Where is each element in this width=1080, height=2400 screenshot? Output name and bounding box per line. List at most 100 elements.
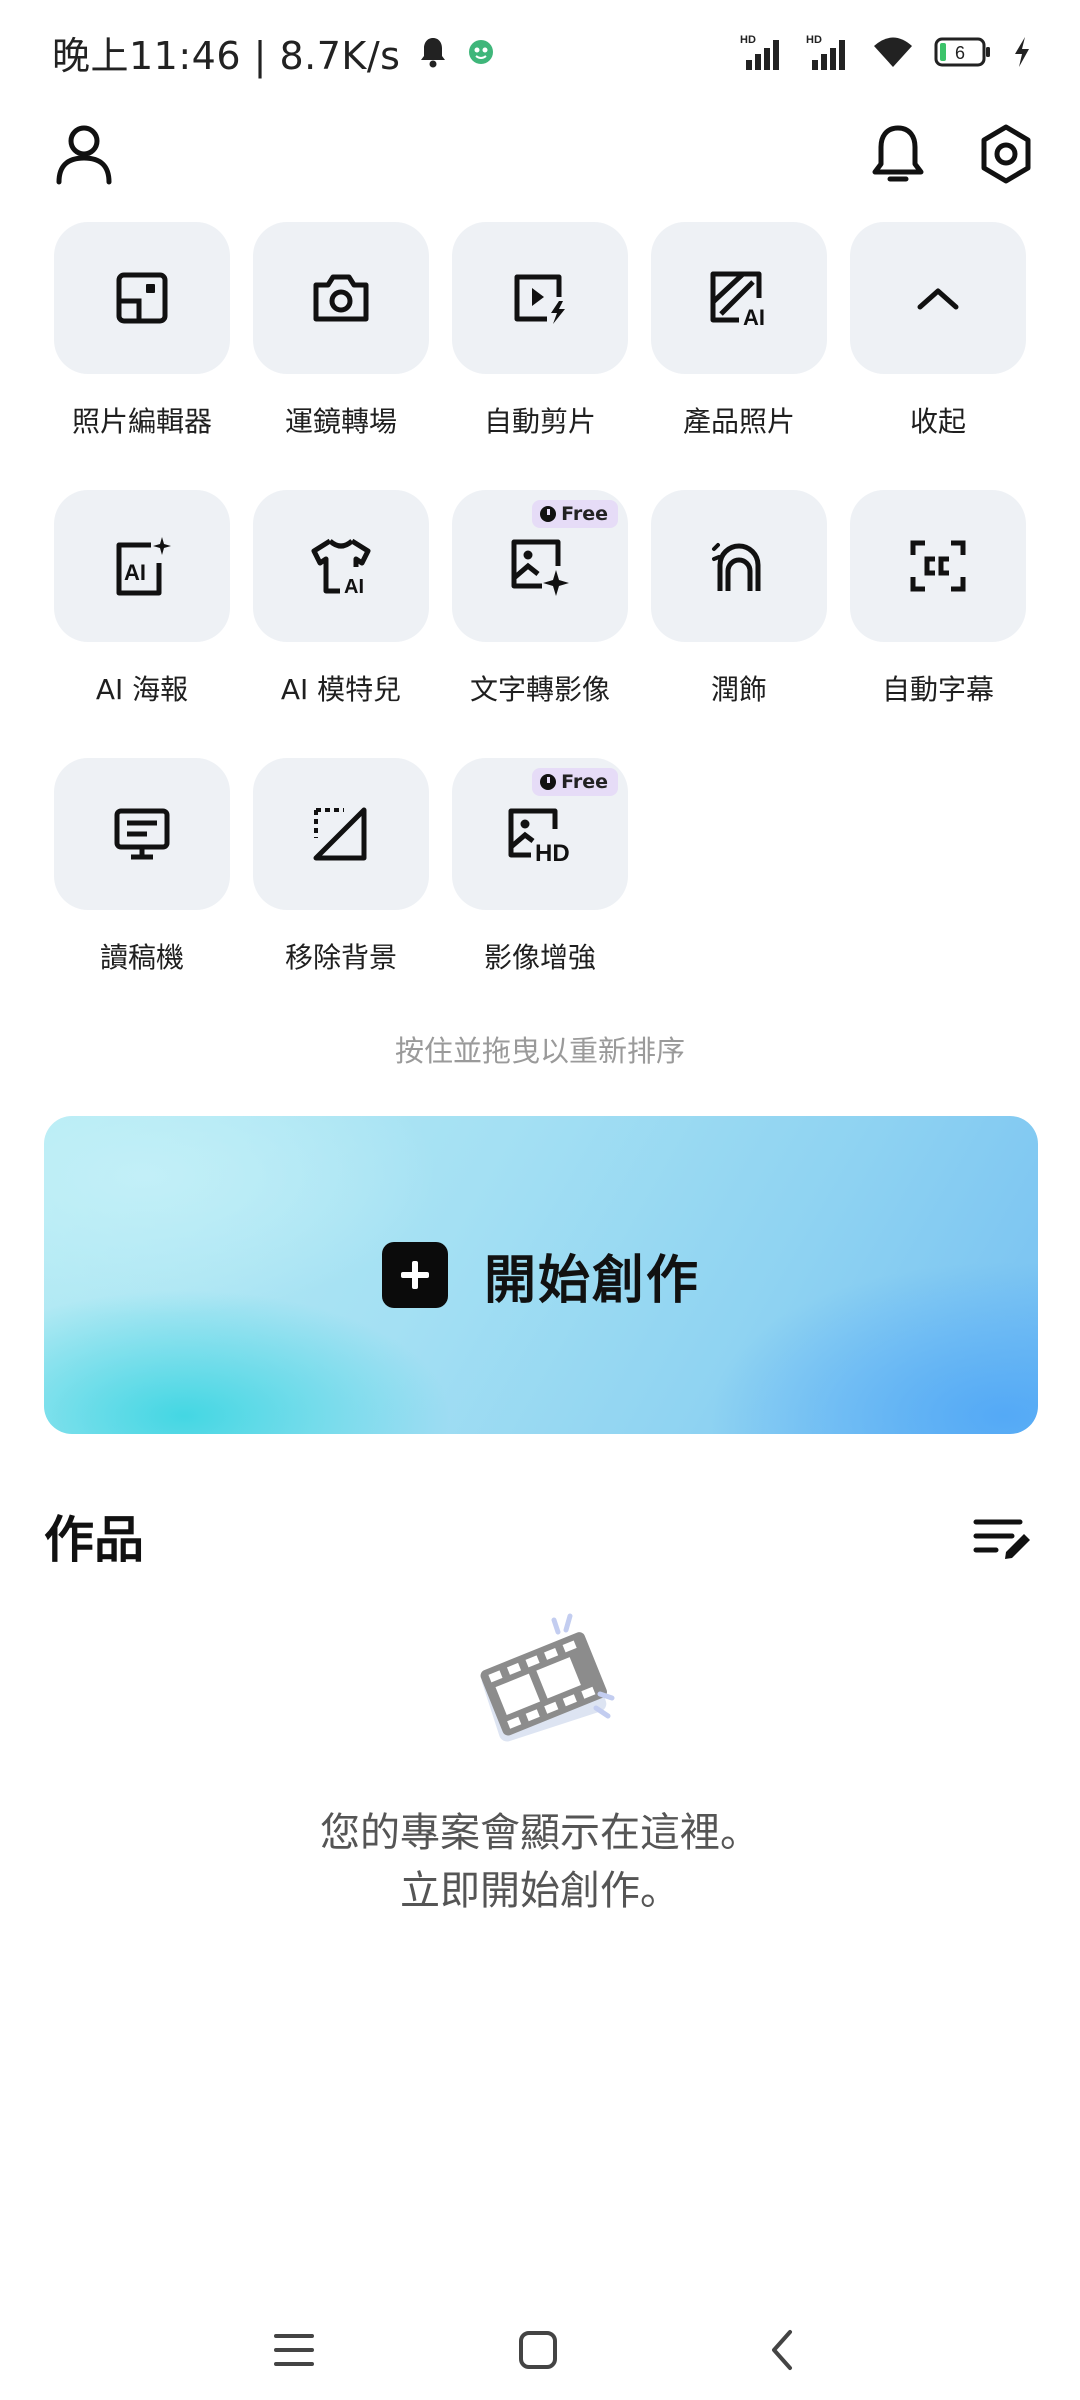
top-bar — [0, 112, 1080, 196]
photo-editor-icon — [116, 272, 168, 324]
tool-camera-transition[interactable]: 運鏡轉場 — [253, 222, 433, 462]
tool-ai-model[interactable]: AI AI 模特兒 — [253, 490, 433, 730]
clock-icon — [540, 506, 557, 522]
tool-tile: AI — [253, 490, 429, 642]
image-enhance-hd-icon: HD — [508, 808, 570, 863]
bell-icon — [872, 125, 924, 182]
tool-remove-background[interactable]: 移除背景 — [253, 758, 433, 998]
tool-label: 照片編輯器 — [71, 405, 212, 438]
ai-model-shirt-icon: AI — [311, 538, 371, 595]
works-title: 作品 — [44, 1511, 144, 1569]
settings-button[interactable] — [964, 112, 1048, 196]
free-badge-label: Free — [561, 771, 608, 793]
tool-tile — [850, 490, 1026, 642]
tool-auto-cut[interactable]: 自動剪片 — [452, 222, 632, 462]
tool-label: 自動剪片 — [483, 405, 596, 438]
tool-label: 收起 — [909, 405, 966, 438]
svg-text:AI: AI — [344, 576, 364, 595]
ai-poster-icon: AI — [116, 537, 171, 596]
start-creating-button[interactable]: 開始創作 — [44, 1116, 1038, 1434]
app-notification-icon — [469, 40, 494, 64]
svg-text:AI: AI — [124, 560, 146, 585]
camera-icon — [313, 274, 369, 322]
svg-text:HD: HD — [535, 840, 570, 863]
tool-tile: Free — [452, 490, 628, 642]
tool-label: 產品照片 — [682, 405, 795, 438]
tool-tile: HD Free — [452, 758, 628, 910]
remove-background-icon — [313, 807, 367, 861]
tool-label: AI 海報 — [95, 673, 189, 706]
free-badge: Free — [532, 768, 618, 796]
tool-collapse[interactable]: 收起 — [850, 222, 1030, 462]
empty-state-line-2: 立即開始創作。 — [400, 1868, 680, 1914]
charging-bolt-icon — [1015, 37, 1029, 67]
plus-icon — [381, 1242, 448, 1308]
svg-text:HD: HD — [740, 34, 756, 46]
tool-tile — [253, 758, 429, 910]
tool-label: 潤飾 — [710, 673, 767, 706]
tool-label: 影像增強 — [483, 941, 596, 974]
user-icon — [56, 125, 112, 185]
notification-bell-icon — [421, 38, 446, 68]
system-nav-bar — [0, 2300, 1080, 2400]
auto-captions-icon — [910, 540, 966, 592]
tool-image-enhance[interactable]: HD Free 影像增強 — [452, 758, 632, 998]
tool-ai-poster[interactable]: AI AI 海報 — [54, 490, 234, 730]
free-badge: Free — [532, 500, 618, 528]
chevron-up-icon — [917, 288, 959, 310]
tool-tile — [651, 490, 827, 642]
tool-tile — [253, 222, 429, 374]
menu-icon — [274, 2334, 314, 2366]
tool-auto-captions[interactable]: 自動字幕 — [850, 490, 1030, 730]
tool-label: AI 模特兒 — [280, 673, 402, 706]
tool-label: 運鏡轉場 — [284, 405, 397, 438]
text-to-image-icon — [511, 539, 569, 596]
svg-text:HD: HD — [806, 34, 822, 46]
notifications-button[interactable] — [856, 112, 940, 196]
clock-icon — [540, 774, 557, 790]
status-time: 晚上11:46 | 8.7K/s — [52, 33, 401, 78]
tool-retouch[interactable]: 潤飾 — [651, 490, 831, 730]
recent-apps-button[interactable] — [254, 2310, 334, 2390]
signal-hd-1-icon: HD — [740, 34, 779, 70]
tool-tile — [850, 222, 1026, 374]
gear-icon — [981, 124, 1031, 184]
tool-tile — [54, 222, 230, 374]
status-left: 晚上11:46 | 8.7K/s — [52, 24, 496, 80]
tool-label: 文字轉影像 — [469, 673, 610, 706]
tool-product-photo[interactable]: AI 產品照片 — [651, 222, 831, 462]
status-right: HD HD 6 — [740, 28, 1032, 76]
start-creating-label: 開始創作 — [483, 1250, 700, 1311]
film-reel-illustration — [480, 1613, 615, 1742]
reorder-hint: 按住並拖曳以重新排序 — [394, 1034, 685, 1068]
tool-tile — [54, 758, 230, 910]
tool-tile — [452, 222, 628, 374]
product-photo-ai-icon: AI — [710, 271, 765, 326]
wifi-icon — [874, 37, 912, 67]
empty-state-line-1: 您的專案會顯示在這裡。 — [320, 1810, 760, 1856]
tool-photo-editor[interactable]: 照片編輯器 — [54, 222, 234, 462]
free-badge-label: Free — [561, 503, 608, 525]
teleprompter-icon — [114, 808, 170, 860]
signal-hd-2-icon: HD — [806, 34, 845, 70]
tool-label: 移除背景 — [284, 941, 397, 974]
edit-list-button[interactable] — [972, 1510, 1034, 1566]
home-button[interactable] — [498, 2310, 578, 2390]
home-square-icon — [519, 2331, 557, 2369]
tool-tile: AI — [651, 222, 827, 374]
profile-button[interactable] — [44, 112, 124, 196]
retouch-icon — [712, 543, 761, 591]
tool-text-to-image[interactable]: Free 文字轉影像 — [452, 490, 632, 730]
status-bar: 晚上11:46 | 8.7K/s HD HD 6 — [0, 0, 1080, 104]
tool-label: 自動字幕 — [881, 673, 994, 706]
svg-text:AI: AI — [743, 305, 765, 326]
auto-cut-icon — [514, 274, 565, 324]
edit-list-icon — [973, 1519, 1030, 1559]
tool-label: 讀稿機 — [99, 941, 184, 974]
back-button[interactable] — [742, 2310, 822, 2390]
tool-tile: AI — [54, 490, 230, 642]
back-chevron-icon — [772, 2330, 792, 2370]
svg-text:6: 6 — [955, 43, 965, 63]
tool-teleprompter[interactable]: 讀稿機 — [54, 758, 234, 998]
battery-icon: 6 — [934, 37, 990, 67]
